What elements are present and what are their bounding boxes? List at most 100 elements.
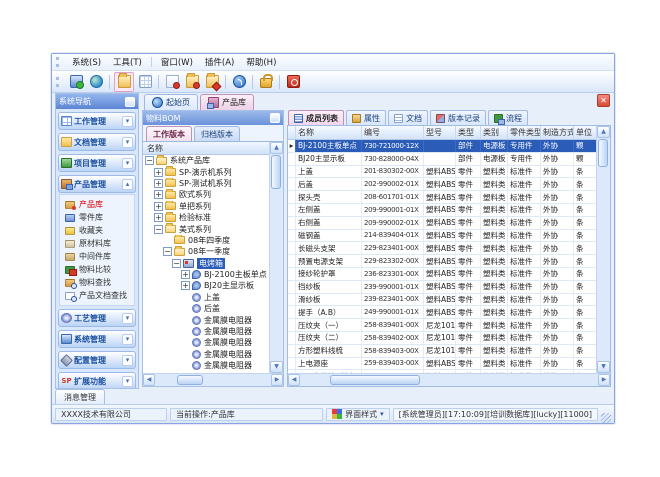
sidebar-item-2[interactable]: 收藏夹 (65, 224, 134, 237)
menu-item-4[interactable]: 帮助(H) (240, 55, 282, 69)
chevron-down-icon[interactable]: ▾ (122, 334, 133, 345)
table-row[interactable]: 接纱轮护罩236-823301-00X塑料ABS零件塑料类标准件外协条 (288, 268, 596, 281)
new-document-button[interactable] (163, 73, 181, 91)
table-row[interactable]: 压纹夹（二）258-839402-00X尼龙1010零件塑料类标准件外协条 (288, 332, 596, 345)
tree-expander-icon[interactable]: − (145, 156, 154, 165)
message-manager-tab[interactable]: 消息管理 (55, 389, 105, 404)
table-row[interactable]: 提手（A.B）249-990001-01X塑料ABS零件塑料类标准件外协条 (288, 306, 596, 319)
resize-grip[interactable] (601, 413, 611, 423)
table-row[interactable]: 上盖201-830302-00X塑料ABS零件塑料类标准件外协条 (288, 166, 596, 179)
table-row[interactable]: ▸BJ-2100主板单点730-721000-12X部件电源板专用件外协颗 (288, 140, 596, 153)
tree-item[interactable]: +BJ20主显示板 (143, 280, 269, 291)
chevron-down-icon[interactable]: ▾ (122, 376, 133, 387)
sidebar-section-6[interactable]: 配置管理▾ (58, 351, 136, 369)
member-tab-2[interactable]: 文档 (388, 110, 428, 125)
tree-expander-icon[interactable]: + (154, 168, 163, 177)
scroll-down-icon[interactable]: ▼ (270, 361, 283, 373)
product-library-button[interactable] (114, 72, 134, 92)
scroll-up-icon[interactable]: ▲ (270, 142, 283, 154)
tree-item[interactable]: −电烤箱 (143, 258, 269, 269)
table-row[interactable]: 滑纱板239-823401-00X塑料ABS零件塑料类标准件外协条 (288, 294, 596, 307)
table-row[interactable]: 方形塑料线梳258-839403-00X尼龙1010零件塑料类标准件外协条 (288, 345, 596, 358)
column-header-1[interactable]: 编号 (362, 126, 424, 139)
sidebar-item-6[interactable]: 物料查找 (65, 276, 134, 289)
menu-item-2[interactable]: 窗口(W) (155, 55, 199, 69)
menu-item-1[interactable]: 工具(T) (107, 55, 148, 69)
tree-column-header[interactable]: 名称 (143, 142, 269, 155)
member-tab-4[interactable]: 流程 (488, 110, 528, 125)
table-row[interactable]: 挡纱板239-990001-01X塑料ABS零件塑料类标准件外协条 (288, 281, 596, 294)
table-row[interactable]: 左侧盖209-990001-01X塑料ABS零件塑料类标准件外协条 (288, 204, 596, 217)
chevron-down-icon[interactable]: ▾ (122, 137, 133, 148)
table-vertical-scrollbar[interactable]: ▲ ▼ (596, 126, 610, 373)
tree-expander-icon[interactable]: + (154, 202, 163, 211)
tree-expander-icon[interactable]: + (181, 270, 190, 279)
tree-item[interactable]: +单把系列 (143, 201, 269, 212)
report-grid-button[interactable] (136, 73, 154, 91)
sidebar-item-5[interactable]: 物料比较 (65, 263, 134, 276)
tree-expander-icon[interactable]: + (154, 213, 163, 222)
tree-expander-icon[interactable]: + (154, 190, 163, 199)
tree-expander-icon[interactable]: − (172, 259, 181, 268)
sidebar-menu-icon[interactable] (125, 97, 135, 107)
column-header-7[interactable]: 单位 (574, 126, 596, 139)
column-header-6[interactable]: 制造方式 (541, 126, 574, 139)
sidebar-section-2[interactable]: 项目管理▾ (58, 154, 136, 172)
table-row[interactable]: 右侧盖209-990002-01X塑料ABS零件塑料类标准件外协条 (288, 217, 596, 230)
column-header-2[interactable]: 型号 (424, 126, 456, 139)
scroll-right-icon[interactable]: ▶ (598, 374, 610, 386)
table-hscroll-thumb[interactable] (330, 375, 420, 385)
tree-item[interactable]: +BJ-2100主板单点 (143, 269, 269, 280)
column-header-3[interactable]: 类型 (456, 126, 481, 139)
tree-item[interactable]: 金属膜电阻器 (143, 337, 269, 348)
tree-expander-icon[interactable]: − (163, 247, 172, 256)
chevron-down-icon[interactable]: ▾ (122, 116, 133, 127)
version-tab-0[interactable]: 工作版本 (146, 126, 192, 141)
scroll-left-icon[interactable]: ◀ (143, 374, 155, 386)
tree-item[interactable]: 金属膜电阻器 (143, 314, 269, 325)
sidebar-item-1[interactable]: 零件库 (65, 211, 134, 224)
sidebar-section-3[interactable]: 产品管理▴ (58, 175, 136, 193)
table-vscroll-thumb[interactable] (598, 139, 608, 167)
tree-item[interactable]: −08年一季度 (143, 246, 269, 257)
chevron-down-icon[interactable]: ▾ (122, 158, 133, 169)
table-row[interactable]: 后盖202-990002-01X塑料ABS零件塑料类标准件外协条 (288, 178, 596, 191)
tree-item[interactable]: 上盖 (143, 292, 269, 303)
sidebar-section-1[interactable]: 文档管理▾ (58, 133, 136, 151)
table-row[interactable]: BJ20主显示板730-828000-04X部件电源板专用件外协颗 (288, 153, 596, 166)
table-row[interactable]: 磁钢盖214-839404-01X塑料ABS零件塑料类标准件外协条 (288, 230, 596, 243)
tree-vertical-scrollbar[interactable]: ▲ ▼ (269, 142, 283, 373)
scroll-right-icon[interactable]: ▶ (271, 374, 283, 386)
column-header-0[interactable]: 名称 (296, 126, 362, 139)
table-row[interactable]: 预置电源支架229-823302-00X塑料ABS零件塑料类标准件外协条 (288, 255, 596, 268)
exit-button[interactable] (284, 73, 302, 91)
table-vscroll-track[interactable] (597, 138, 610, 361)
version-tab-1[interactable]: 归档版本 (194, 126, 240, 141)
tree-item[interactable]: 金属膜电阻器 (143, 326, 269, 337)
tree-vscroll-track[interactable] (270, 154, 283, 361)
tree-item[interactable]: 08年四季度 (143, 235, 269, 246)
member-tab-1[interactable]: 属性 (346, 110, 386, 125)
menu-item-3[interactable]: 插件(A) (199, 55, 240, 69)
sidebar-item-3[interactable]: 原材料库 (65, 237, 134, 250)
table-hscroll-track[interactable] (300, 374, 598, 386)
tree-item[interactable]: +SP-测试机系列 (143, 178, 269, 189)
tree-item[interactable]: +欧式系列 (143, 189, 269, 200)
scroll-down-icon[interactable]: ▼ (597, 361, 610, 373)
remove-folder-button[interactable] (203, 73, 221, 91)
chevron-down-icon[interactable]: ▾ (122, 355, 133, 366)
sidebar-section-0[interactable]: 工作管理▾ (58, 112, 136, 130)
ui-style-dropdown[interactable]: 界面样式 ▾ (326, 408, 390, 421)
sidebar-section-5[interactable]: 系统管理▾ (58, 330, 136, 348)
tree-expander-icon[interactable]: + (181, 281, 190, 290)
doc-tab-1[interactable]: 产品库 (200, 94, 254, 110)
tree-item[interactable]: 金属膜电阻器 (143, 360, 269, 371)
sidebar-section-4[interactable]: 工艺管理▾ (58, 309, 136, 327)
chevron-down-icon[interactable]: ▾ (122, 313, 133, 324)
close-tab-button[interactable]: ✕ (597, 94, 610, 107)
sidebar-item-7[interactable]: 产品文档查找 (65, 289, 134, 302)
tree-item[interactable]: −系统产品库 (143, 155, 269, 166)
menu-item-0[interactable]: 系统(S) (66, 55, 107, 69)
tree-hscroll-track[interactable] (155, 374, 271, 386)
tree-item[interactable]: −美式系列 (143, 223, 269, 234)
